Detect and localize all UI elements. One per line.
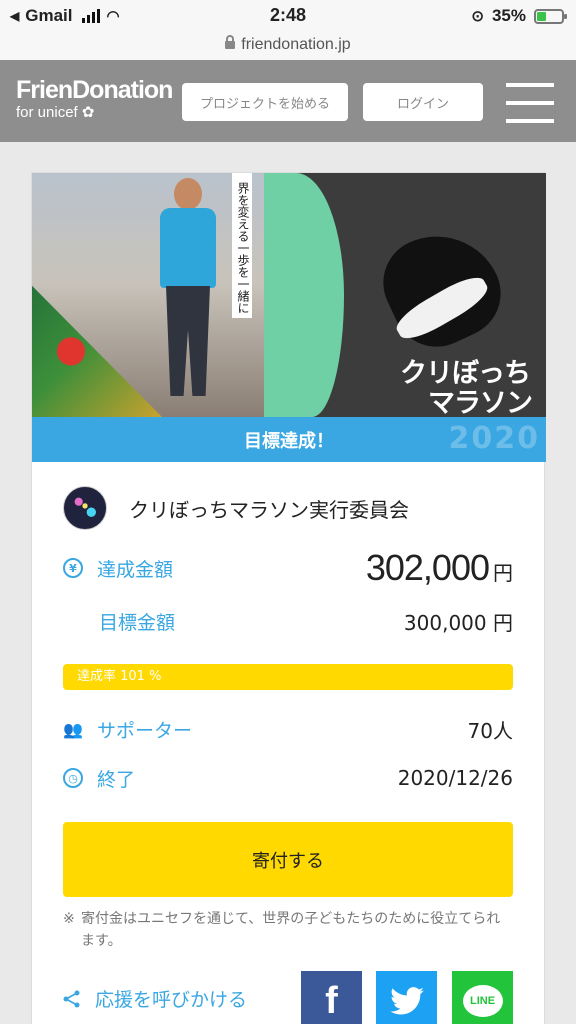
login-button[interactable]: ログイン	[363, 83, 483, 121]
share-section: 応援を呼びかける f LINE	[63, 971, 513, 1024]
hero-title: クリぼっち マラソン	[400, 358, 533, 418]
achieved-amount-row: ¥ 達成金額 302,000 円	[63, 547, 513, 588]
supporters-row: 👥 サポーター 70人	[63, 709, 513, 749]
runner-figure	[152, 178, 222, 398]
hero-year: 2020	[448, 421, 540, 456]
note-mark: ※	[63, 911, 75, 927]
share-icon	[63, 990, 80, 1007]
progress-bar: 達成率 101 %	[63, 664, 513, 690]
address-bar[interactable]: friendonation.jp	[0, 30, 576, 60]
supporters-label: サポーター	[97, 719, 193, 742]
donate-button[interactable]: 寄付する	[63, 822, 513, 897]
project-card: 界を変える一歩を一緒に クリぼっち マラソン 目標達成！ 2020 クリぼっちマ…	[31, 172, 546, 1024]
site-logo[interactable]: FrienDonation for unicef ✿	[16, 76, 173, 122]
yen-icon: ¥	[63, 558, 83, 578]
start-project-button[interactable]: プロジェクトを始める	[182, 83, 348, 121]
facebook-share-button[interactable]: f	[301, 971, 362, 1024]
facebook-icon: f	[325, 979, 338, 1022]
organizer[interactable]: クリぼっちマラソン実行委員会	[63, 486, 409, 530]
logo-wordmark: FrienDonation	[16, 76, 173, 104]
url-domain: friendonation.jp	[241, 36, 351, 53]
end-label: 終了	[97, 768, 136, 791]
logo-subtitle: for unicef ✿	[16, 104, 95, 121]
battery-percent: 35%	[491, 6, 526, 25]
people-icon: 👥	[63, 719, 83, 739]
twitter-icon	[389, 987, 424, 1015]
hero-vertical-text: 界を変える一歩を一緒に	[232, 173, 252, 318]
achieved-value: 302,000 円	[365, 547, 513, 588]
line-share-button[interactable]: LINE	[452, 971, 513, 1024]
project-hero-image[interactable]: 界を変える一歩を一緒に クリぼっち マラソン	[32, 173, 546, 417]
lock-icon	[225, 35, 236, 49]
target-amount-row: 目標金額 300,000 円	[63, 601, 513, 641]
progress-label: 達成率 101 %	[77, 669, 162, 684]
organizer-name: クリぼっちマラソン実行委員会	[129, 497, 409, 522]
site-header: FrienDonation for unicef ✿ プロジェクトを始める ログ…	[0, 60, 576, 142]
status-bar: ◀ Gmail ◠ 2:48 ⊙ 35%	[0, 0, 576, 30]
target-value: 300,000 円	[403, 610, 513, 635]
donation-note: ※ 寄付金はユニセフを通じて、世界の子どもたちのために役立てられます。	[63, 908, 513, 952]
supporters-value: 70人	[467, 718, 513, 743]
twitter-share-button[interactable]	[376, 971, 437, 1024]
end-row: ◷ 終了 2020/12/26	[63, 758, 513, 798]
target-label: 目標金額	[99, 611, 176, 634]
goal-achieved-banner: 目標達成！ 2020	[32, 417, 546, 462]
clock-icon: ◷	[63, 768, 83, 788]
line-icon: LINE	[462, 985, 503, 1017]
share-label: 応援を呼びかける	[95, 989, 248, 1011]
share-cta: 応援を呼びかける	[63, 985, 247, 1012]
note-text: 寄付金はユニセフを通じて、世界の子どもたちのために役立てられます。	[81, 911, 501, 949]
organizer-avatar	[63, 486, 107, 530]
unicef-icon: ✿	[81, 104, 95, 121]
hamburger-menu-icon[interactable]	[506, 83, 554, 123]
orientation-lock-icon: ⊙	[471, 8, 484, 25]
battery-icon	[534, 8, 567, 24]
end-date: 2020/12/26	[397, 766, 513, 790]
achieved-label: 達成金額	[97, 558, 174, 581]
